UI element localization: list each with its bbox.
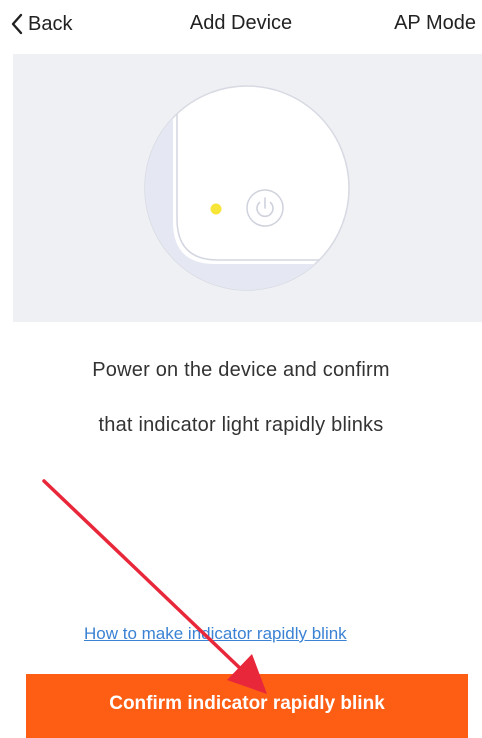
confirm-button[interactable]: Confirm indicator rapidly blink [26, 674, 468, 738]
instruction-line-1: Power on the device and confirm [92, 359, 390, 381]
device-illustration [13, 54, 482, 322]
device-illustration-graphic [144, 85, 350, 291]
ap-mode-button[interactable]: AP Mode [394, 12, 476, 35]
help-link[interactable]: How to make indicator rapidly blink [84, 624, 347, 644]
instruction-line-2: that indicator light rapidly blinks [98, 414, 384, 436]
indicator-light [210, 203, 222, 215]
nav-bar: Back Add Device AP Mode [0, 0, 482, 52]
